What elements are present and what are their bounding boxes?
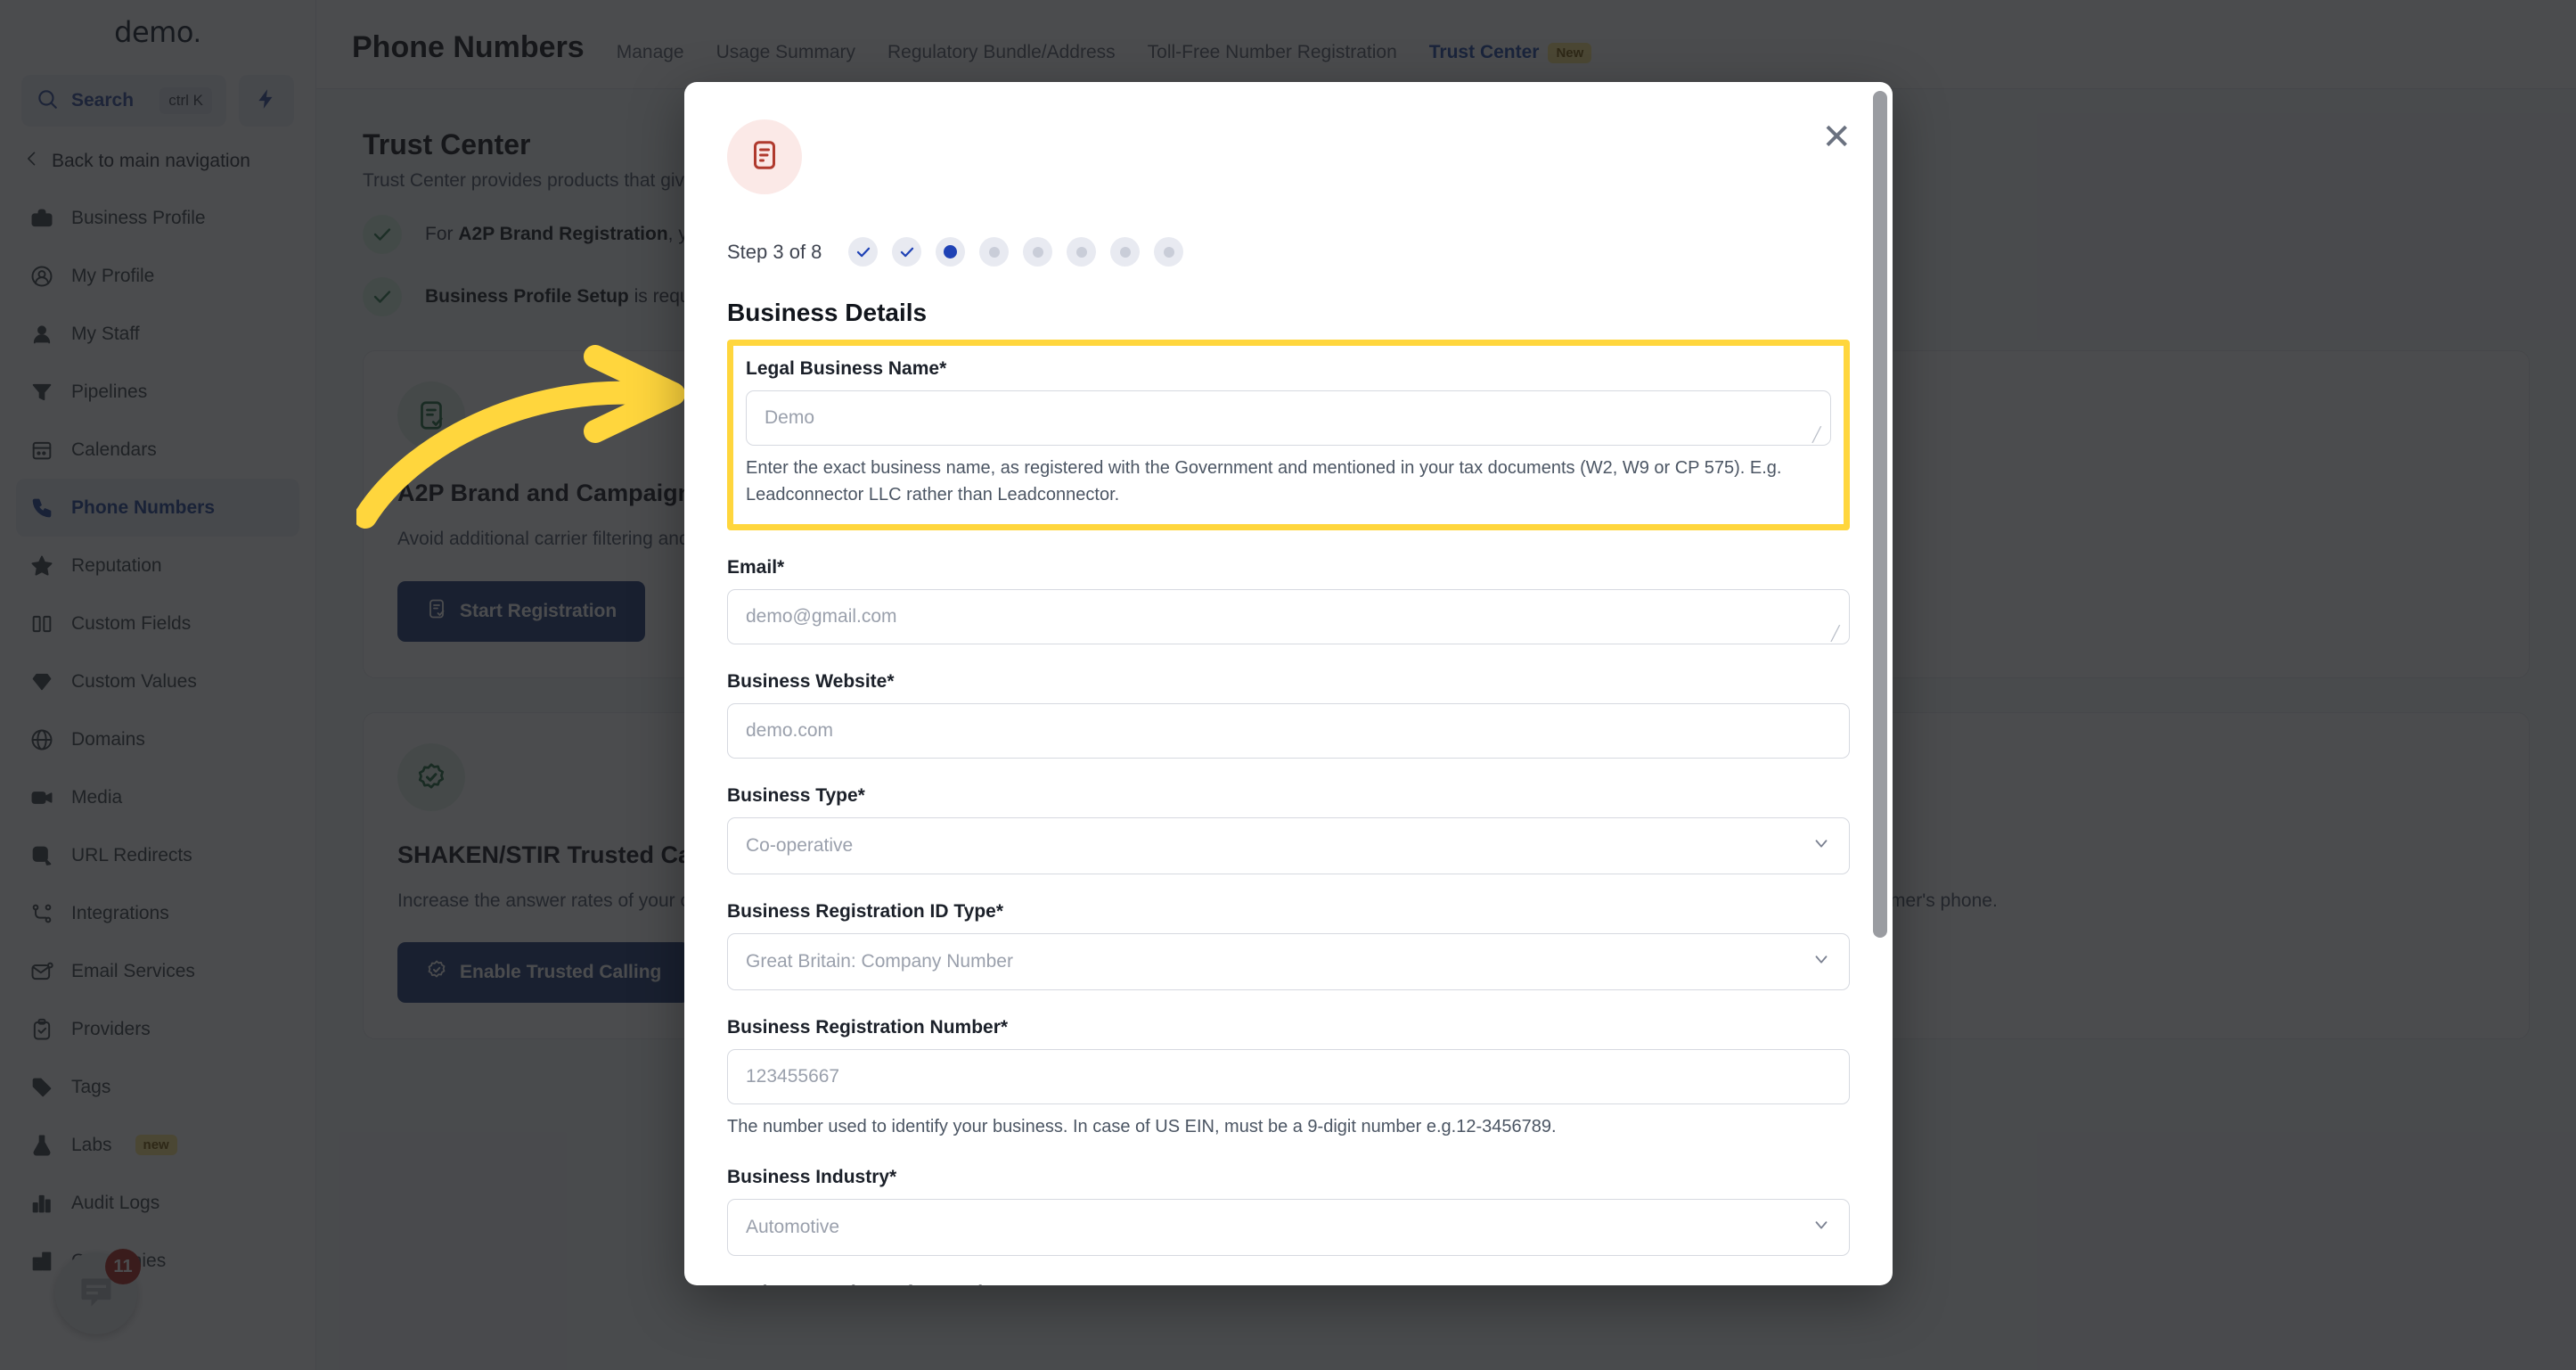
- field-value: Great Britain: Company Number: [746, 951, 1013, 972]
- field-group: Email* demo@gmail.com ╱: [727, 557, 1850, 644]
- field-group: Business Industry* Automotive: [727, 1167, 1850, 1256]
- field-select[interactable]: Automotive: [727, 1199, 1850, 1256]
- chevron-down-icon: [1811, 833, 1831, 858]
- field-placeholder: 123455667: [746, 1066, 839, 1087]
- field-group: Business Registration ID Type* Great Brit…: [727, 901, 1850, 990]
- field-group: Business Website* demo.com: [727, 671, 1850, 759]
- modal-section-title: Business Details: [727, 299, 1850, 327]
- field-input[interactable]: Demo ╱: [746, 390, 1831, 446]
- step-label: Step 3 of 8: [727, 241, 822, 264]
- field-label: Legal Business Name*: [746, 358, 1831, 380]
- field-group: Legal Business Name* Demo ╱ Enter the exact…: [733, 346, 1844, 524]
- field-group: Business Registration Number* 123455667 Th…: [727, 1017, 1850, 1140]
- field-label: Business Regions of Operations*: [727, 1283, 1850, 1285]
- step-dot-5[interactable]: [1023, 237, 1052, 267]
- field-label: Business Website*: [727, 671, 1850, 693]
- field-select[interactable]: Co-operative: [727, 817, 1850, 874]
- field-help-text: The number used to identify your busines…: [727, 1113, 1850, 1140]
- step-indicator: Step 3 of 8: [727, 237, 1850, 267]
- field-label: Business Registration ID Type*: [727, 901, 1850, 923]
- modal-form: Legal Business Name* Demo ╱ Enter the exact…: [727, 340, 1850, 1285]
- field-group: Business Regions of Operations*Africa: [727, 1283, 1850, 1285]
- document-lines-icon: [748, 139, 781, 176]
- step-dot-7[interactable]: [1110, 237, 1140, 267]
- field-help-text: Enter the exact business name, as regist…: [746, 455, 1831, 508]
- close-icon[interactable]: ✕: [1821, 119, 1852, 155]
- step-dot-8[interactable]: [1154, 237, 1183, 267]
- step-dots: [848, 237, 1183, 267]
- field-label: Business Registration Number*: [727, 1017, 1850, 1038]
- field-input[interactable]: 123455667: [727, 1049, 1850, 1104]
- field-value: Automotive: [746, 1217, 839, 1238]
- field-placeholder: demo.com: [746, 720, 833, 742]
- field-input[interactable]: demo.com: [727, 703, 1850, 759]
- step-dot-3[interactable]: [936, 237, 965, 267]
- modal-scrollbar[interactable]: [1873, 91, 1887, 1276]
- business-details-modal: ✕ Step 3 of 8 Business Details Legal Bus…: [684, 82, 1893, 1285]
- step-dot-6[interactable]: [1067, 237, 1096, 267]
- modal-scroll-area: ✕ Step 3 of 8 Business Details Legal Bus…: [684, 82, 1893, 1285]
- field-select[interactable]: Great Britain: Company Number: [727, 933, 1850, 990]
- modal-header-icon-wrap: [727, 119, 802, 194]
- resize-grip-icon[interactable]: ╱: [1831, 628, 1844, 640]
- field-input[interactable]: demo@gmail.com ╱: [727, 589, 1850, 644]
- field-placeholder: demo@gmail.com: [746, 606, 897, 628]
- field-value: Co-operative: [746, 835, 853, 857]
- resize-grip-icon[interactable]: ╱: [1812, 429, 1825, 441]
- field-label: Business Industry*: [727, 1167, 1850, 1188]
- step-dot-2[interactable]: [892, 237, 921, 267]
- highlight-annotation: Legal Business Name* Demo ╱ Enter the exact…: [727, 340, 1850, 530]
- field-label: Business Type*: [727, 785, 1850, 807]
- modal-scrollbar-thumb[interactable]: [1873, 91, 1887, 938]
- step-dot-4[interactable]: [979, 237, 1009, 267]
- field-placeholder: Demo: [765, 407, 814, 429]
- chevron-down-icon: [1811, 1215, 1831, 1240]
- field-label: Email*: [727, 557, 1850, 578]
- step-dot-1[interactable]: [848, 237, 878, 267]
- field-group: Business Type* Co-operative: [727, 785, 1850, 874]
- chevron-down-icon: [1811, 949, 1831, 974]
